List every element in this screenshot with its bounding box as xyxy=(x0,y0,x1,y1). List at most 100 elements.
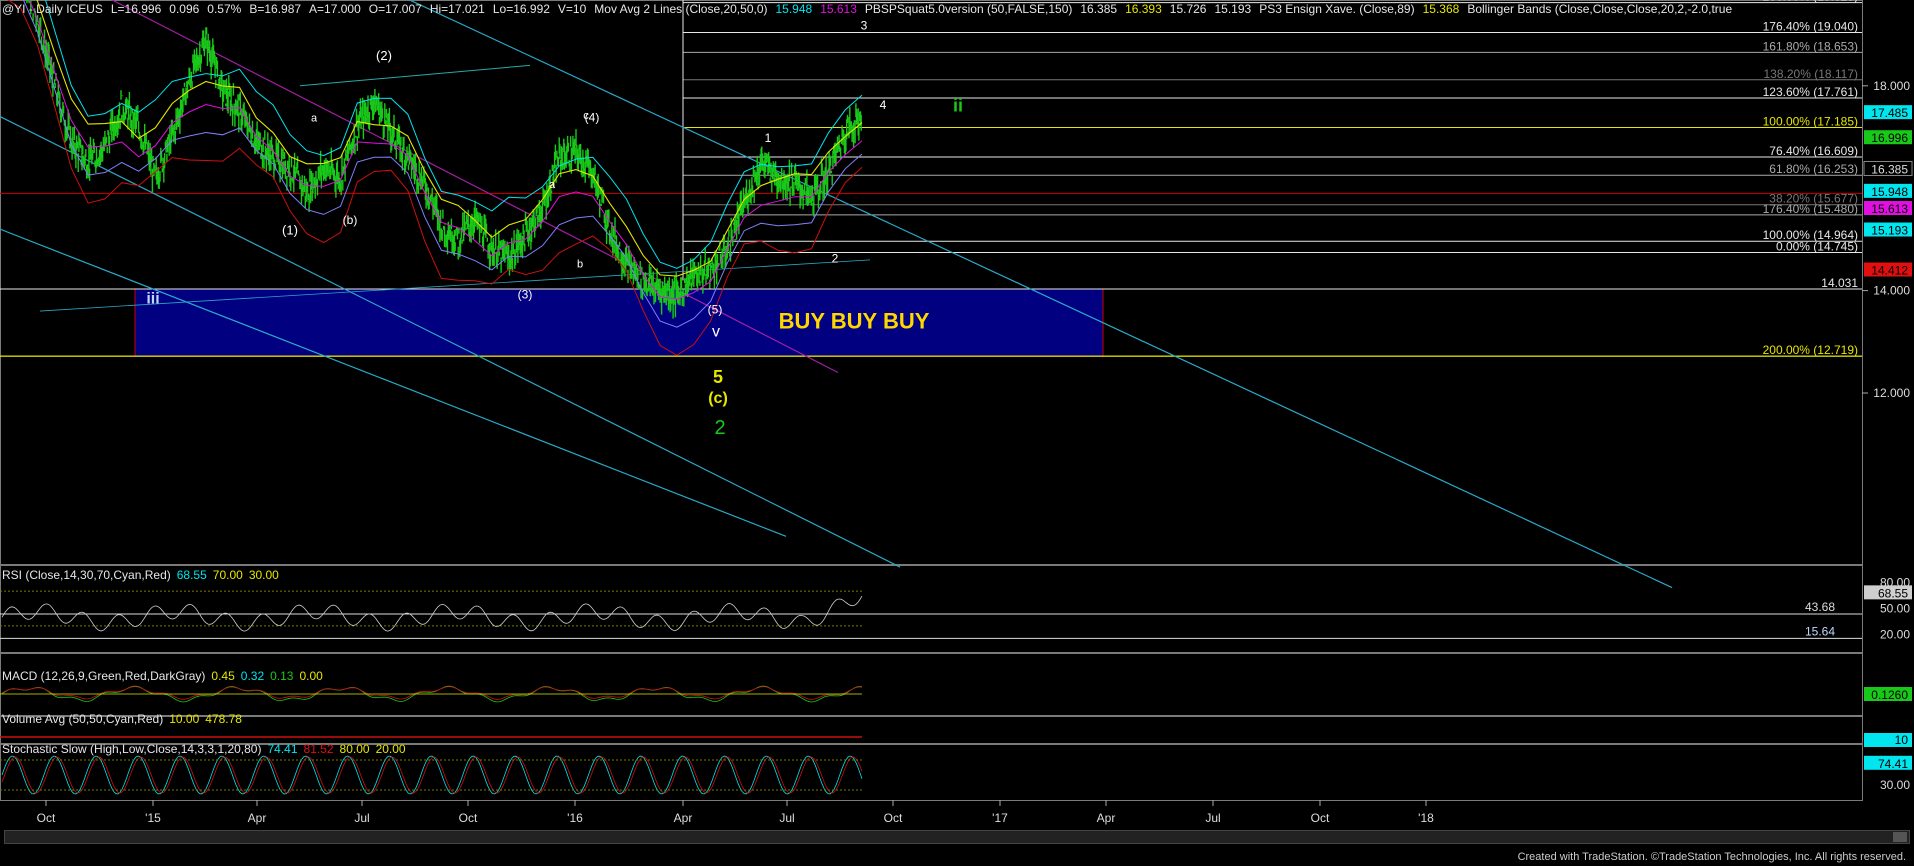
fib-label: 14.031 xyxy=(1821,276,1858,290)
wave-label: (5) xyxy=(708,303,723,317)
stochastic-value-3: 80.00 xyxy=(339,742,370,756)
fib-label: 200.00% (12.719) xyxy=(1763,343,1858,357)
ps-value: 15.368 xyxy=(1422,2,1460,16)
last-price: L=16.996 xyxy=(110,2,162,16)
volume-tag: 10 xyxy=(1895,733,1909,747)
x-tick-label: '16 xyxy=(567,811,583,825)
stoch-tag: 74.41 xyxy=(1878,757,1908,771)
wave-label: (1) xyxy=(282,222,298,237)
ma-label: Mov Avg 2 Lines (Close,20,50,0) xyxy=(594,2,768,16)
wave-label: (b) xyxy=(343,213,358,227)
price-tag: 17.485 xyxy=(1871,106,1908,120)
time-scrollbar[interactable] xyxy=(4,830,1910,844)
stochastic-value-4: 20.00 xyxy=(375,742,406,756)
wave-label: (4) xyxy=(585,111,600,125)
pb-value-4: 15.193 xyxy=(1214,2,1252,16)
x-tick-label: Jul xyxy=(779,811,794,825)
high-value: Hi=17.021 xyxy=(429,2,485,16)
volume-label: Volume Avg (50,50,Cyan,Red) xyxy=(2,712,164,726)
rsi-tick-label: 20.00 xyxy=(1880,628,1910,642)
rsi-level-label: 43.68 xyxy=(1805,600,1835,614)
ask-value: A=17.000 xyxy=(309,2,361,16)
fib-label: 200.00% (19.625) xyxy=(1763,0,1858,4)
wave-label: a xyxy=(311,113,318,125)
macd-header: MACD (12,26,9,Green,Red,DarkGray) 0.45 0.3… xyxy=(2,669,323,683)
low-value: Lo=16.992 xyxy=(492,2,550,16)
stochastic-value-1: 74.41 xyxy=(267,742,298,756)
scrollbar-thumb[interactable] xyxy=(1893,832,1907,842)
x-tick-label: Apr xyxy=(248,811,267,825)
wave-label: v xyxy=(712,324,720,341)
x-tick-label: Jul xyxy=(354,811,369,825)
wave-label: 3 xyxy=(861,18,868,32)
buy-zone-label: BUY BUY BUY xyxy=(779,308,930,333)
stoch-tick-label: 30.00 xyxy=(1880,778,1910,792)
y-tick-label: 12.000 xyxy=(1873,386,1910,400)
wave-label: (2) xyxy=(376,48,392,63)
fib-label: 161.80% (18.653) xyxy=(1763,39,1858,53)
wave-label: 4 xyxy=(880,98,887,112)
rsi-level-label: 15.64 xyxy=(1805,624,1835,638)
price-tag: 15.193 xyxy=(1871,224,1908,238)
fib-label: 176.40% (15.480) xyxy=(1763,202,1858,216)
macd-value-3: 0.13 xyxy=(270,669,294,683)
macd-value-2: 0.32 xyxy=(240,669,265,683)
change-value: 0.096 xyxy=(169,2,200,16)
wave-label: 2 xyxy=(832,251,839,265)
tradestation-chart[interactable]: BUY BUY BUY 61.80% (24.006)123.60% (21.7… xyxy=(0,0,1914,866)
fib-label: 100.00% (17.185) xyxy=(1763,115,1858,129)
chart-header: @YI - Daily ICEUS L=16.996 0.096 0.57% B=16.… xyxy=(2,2,1740,18)
wave-label: a xyxy=(549,179,556,191)
y-tick-label: 14.000 xyxy=(1873,284,1910,298)
x-tick-label: Oct xyxy=(884,811,903,825)
macd-value-1: 0.45 xyxy=(211,669,235,683)
buy-zone-box xyxy=(134,288,1104,357)
x-tick-label: Oct xyxy=(459,811,478,825)
price-tag: 16.385 xyxy=(1871,162,1908,176)
price-tag: 15.948 xyxy=(1871,185,1908,199)
x-tick-label: Oct xyxy=(37,811,56,825)
macd-label: MACD (12,26,9,Green,Red,DarkGray) xyxy=(2,669,206,683)
bid-value: B=16.987 xyxy=(249,2,302,16)
rsi-value-1: 68.55 xyxy=(176,568,207,582)
rsi-header: RSI (Close,14,30,70,Cyan,Red) 68.55 70.00 3… xyxy=(2,568,279,582)
fib-label: 76.40% (16.609) xyxy=(1769,144,1858,158)
ma-value-1: 15.948 xyxy=(775,2,813,16)
y-tick-label: 18.000 xyxy=(1873,79,1910,93)
open-value: O=17.007 xyxy=(368,2,422,16)
bb-label: Bollinger Bands (Close,Close,Close,20,2,… xyxy=(1467,2,1733,16)
x-tick-label: Oct xyxy=(1311,811,1330,825)
price-tag: 15.613 xyxy=(1871,202,1908,216)
stochastic-label: Stochastic Slow (High,Low,Close,14,3,3,1… xyxy=(2,742,262,756)
stochastic-value-2: 81.52 xyxy=(303,742,334,756)
wave-label: iii xyxy=(146,290,159,307)
wave-label: 2 xyxy=(714,417,725,439)
x-tick-label: Apr xyxy=(674,811,693,825)
stochastic-header: Stochastic Slow (High,Low,Close,14,3,3,1… xyxy=(2,742,406,756)
wave-label: ii xyxy=(953,95,963,115)
wave-label: 5 xyxy=(713,367,723,387)
wave-label: (3) xyxy=(518,287,533,301)
pb-value-2: 16.393 xyxy=(1125,2,1162,16)
fib-label: 176.40% (19.040) xyxy=(1763,20,1858,34)
pb-value-1: 16.385 xyxy=(1080,2,1118,16)
pb-value-3: 15.726 xyxy=(1169,2,1207,16)
x-tick-label: Apr xyxy=(1097,811,1116,825)
volume-value-1: 10.00 xyxy=(169,712,200,726)
ma-value-2: 15.613 xyxy=(820,2,857,16)
volume-value-2: 478.78 xyxy=(205,712,242,726)
rsi-label: RSI (Close,14,30,70,Cyan,Red) xyxy=(2,568,171,582)
rsi-value-2: 70.00 xyxy=(212,568,243,582)
wave-label: (c) xyxy=(708,390,728,407)
fib-label: 61.80% (16.253) xyxy=(1769,162,1858,176)
rsi-tag: 68.55 xyxy=(1878,586,1908,600)
wave-label: 1 xyxy=(765,131,772,145)
x-tick-label: Jul xyxy=(1205,811,1220,825)
macd-tag: 0.1260 xyxy=(1871,688,1908,702)
rsi-value-3: 30.00 xyxy=(248,568,279,582)
macd-value-4: 0.00 xyxy=(299,669,323,683)
price-tag: 16.996 xyxy=(1871,131,1908,145)
pb-label: PBSPSquat5.0version (50,FALSE,150) xyxy=(864,2,1073,16)
ps-label: PS3 Ensign Xave. (Close,89) xyxy=(1259,2,1415,16)
x-tick-label: '15 xyxy=(145,811,161,825)
